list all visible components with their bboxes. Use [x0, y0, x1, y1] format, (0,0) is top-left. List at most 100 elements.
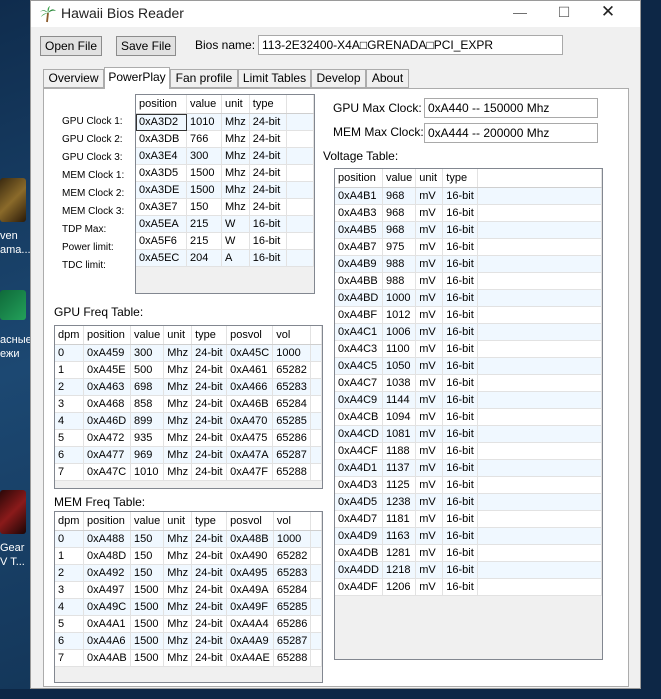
table-cell[interactable]: 0xA477: [83, 446, 131, 464]
table-cell[interactable]: Mhz: [163, 446, 193, 464]
table-cell[interactable]: mV: [415, 425, 444, 443]
maximize-button[interactable]: ☐: [542, 1, 586, 25]
tab-fan-profile[interactable]: Fan profile: [170, 69, 238, 88]
column-header[interactable]: vol: [272, 326, 311, 345]
table-cell[interactable]: 1081: [382, 425, 417, 443]
mem-max-clock-field[interactable]: 0xA444 -- 200000 Mhz: [424, 123, 598, 143]
table-cell[interactable]: 215: [186, 215, 222, 233]
table-cell[interactable]: 16-bit: [442, 442, 479, 460]
column-header[interactable]: unit: [163, 326, 193, 345]
table-row[interactable]: 4 0xA46D 899 Mhz 24-bit 0xA470 65285: [55, 412, 322, 430]
table-row[interactable]: 0xA3E4 300 Mhz 24-bit: [136, 147, 314, 165]
table-cell[interactable]: mV: [415, 255, 444, 273]
table-cell[interactable]: 16-bit: [442, 289, 479, 307]
table-cell[interactable]: 65284: [273, 581, 312, 599]
table-cell[interactable]: 65283: [272, 378, 311, 396]
table-cell[interactable]: 0xA497: [83, 581, 131, 599]
table-cell[interactable]: 0xA4BD: [335, 289, 383, 307]
desktop-app-icon[interactable]: [0, 490, 26, 534]
table-cell[interactable]: 65285: [272, 412, 311, 430]
table-cell[interactable]: 0xA4D1: [335, 459, 383, 477]
table-row[interactable]: 0xA4D5 1238 mV 16-bit: [335, 493, 602, 511]
table-cell[interactable]: Mhz: [163, 598, 193, 616]
table-row[interactable]: 0xA3D2 1010 Mhz 24-bit: [136, 113, 314, 131]
column-header[interactable]: value: [382, 169, 417, 188]
table-row[interactable]: 3 0xA468 858 Mhz 24-bit 0xA46B 65284: [55, 395, 322, 413]
table-cell[interactable]: 1163: [382, 527, 417, 545]
table-cell[interactable]: 0xA4D9: [335, 527, 383, 545]
table-row[interactable]: 0 0xA459 300 Mhz 24-bit 0xA45C 1000: [55, 344, 322, 362]
table-row[interactable]: 6 0xA4A6 1500 Mhz 24-bit 0xA4A9 65287: [55, 632, 322, 650]
table-cell[interactable]: mV: [415, 527, 444, 545]
table-cell[interactable]: Mhz: [163, 564, 193, 582]
bios-name-field[interactable]: 113-2E32400-X4A□GRENADA□PCI_EXPR: [258, 35, 563, 55]
table-cell[interactable]: 150: [130, 564, 165, 582]
column-header[interactable]: value: [130, 512, 165, 531]
table-row[interactable]: 0xA4BD 1000 mV 16-bit: [335, 289, 602, 307]
table-cell[interactable]: Mhz: [163, 530, 193, 548]
gpu-freq-table-grid[interactable]: dpm position value unit type posvol vol 0 0xA459…: [54, 325, 323, 489]
table-cell[interactable]: 65287: [273, 632, 312, 650]
table-row[interactable]: 0xA4C1 1006 mV 16-bit: [335, 323, 602, 341]
table-cell[interactable]: 65285: [273, 598, 312, 616]
column-header[interactable]: vol: [273, 512, 312, 531]
title-bar[interactable]: Hawaii Bios Reader — ☐ ✕: [31, 1, 640, 27]
table-cell[interactable]: 899: [130, 412, 165, 430]
table-cell[interactable]: 698: [130, 378, 165, 396]
table-cell[interactable]: 16-bit: [442, 408, 479, 426]
table-cell[interactable]: 24-bit: [191, 564, 228, 582]
table-cell[interactable]: 0xA3D2: [136, 113, 187, 131]
table-cell[interactable]: 766: [186, 130, 222, 148]
table-cell[interactable]: 300: [186, 147, 222, 165]
table-cell[interactable]: 0xA4A4: [226, 615, 274, 633]
table-cell[interactable]: A: [221, 249, 250, 267]
table-cell[interactable]: 16-bit: [442, 425, 479, 443]
table-cell[interactable]: 0xA4A9: [226, 632, 274, 650]
table-cell[interactable]: 16-bit: [442, 340, 479, 358]
table-cell[interactable]: 5: [55, 429, 84, 447]
table-cell[interactable]: 0xA495: [226, 564, 274, 582]
column-header[interactable]: type: [249, 95, 287, 114]
table-cell[interactable]: mV: [415, 442, 444, 460]
table-cell[interactable]: 65283: [273, 564, 312, 582]
table-cell[interactable]: 0xA5F6: [136, 232, 187, 250]
table-cell[interactable]: 0xA472: [83, 429, 131, 447]
table-cell[interactable]: 4: [55, 412, 84, 430]
table-cell[interactable]: 24-bit: [191, 463, 228, 481]
table-row[interactable]: 5 0xA4A1 1500 Mhz 24-bit 0xA4A4 65286: [55, 615, 322, 633]
table-cell[interactable]: 0: [55, 344, 84, 362]
table-cell[interactable]: 16-bit: [442, 238, 479, 256]
table-cell[interactable]: 1238: [382, 493, 417, 511]
column-header[interactable]: type: [191, 512, 228, 531]
tab-powerplay[interactable]: PowerPlay: [104, 67, 170, 89]
table-cell[interactable]: 16-bit: [442, 476, 479, 494]
table-cell[interactable]: Mhz: [163, 649, 193, 667]
table-cell[interactable]: 0xA4DB: [335, 544, 383, 562]
table-cell[interactable]: 0xA3E4: [136, 147, 187, 165]
table-row[interactable]: 0xA4BB 988 mV 16-bit: [335, 272, 602, 290]
column-header[interactable]: type: [442, 169, 479, 188]
table-cell[interactable]: 0xA3E7: [136, 198, 187, 216]
table-cell[interactable]: 0xA3D5: [136, 164, 187, 182]
table-cell[interactable]: 1000: [382, 289, 417, 307]
table-cell[interactable]: 16-bit: [442, 493, 479, 511]
table-cell[interactable]: 24-bit: [249, 113, 287, 131]
tab-overview[interactable]: Overview: [43, 69, 104, 88]
close-button[interactable]: ✕: [586, 1, 630, 25]
table-cell[interactable]: 1500: [186, 181, 222, 199]
table-cell[interactable]: 24-bit: [191, 344, 228, 362]
powerplay-params-grid[interactable]: position value unit type 0xA3D2 1010 Mhz 24-bit…: [135, 94, 315, 294]
table-cell[interactable]: 1010: [186, 113, 222, 131]
table-cell[interactable]: 0xA4B7: [335, 238, 383, 256]
table-cell[interactable]: 1500: [186, 164, 222, 182]
table-cell[interactable]: 16-bit: [442, 544, 479, 562]
table-cell[interactable]: 1: [55, 547, 84, 565]
table-cell[interactable]: 6: [55, 446, 84, 464]
table-cell[interactable]: 0xA47C: [83, 463, 131, 481]
table-cell[interactable]: 0xA46D: [83, 412, 131, 430]
table-row[interactable]: 0xA4D1 1137 mV 16-bit: [335, 459, 602, 477]
voltage-table-grid[interactable]: position value unit type 0xA4B1 968 mV 16-bit 0x…: [334, 168, 603, 660]
table-cell[interactable]: 0xA4B3: [335, 204, 383, 222]
table-cell[interactable]: 16-bit: [442, 527, 479, 545]
table-cell[interactable]: 1000: [273, 530, 312, 548]
